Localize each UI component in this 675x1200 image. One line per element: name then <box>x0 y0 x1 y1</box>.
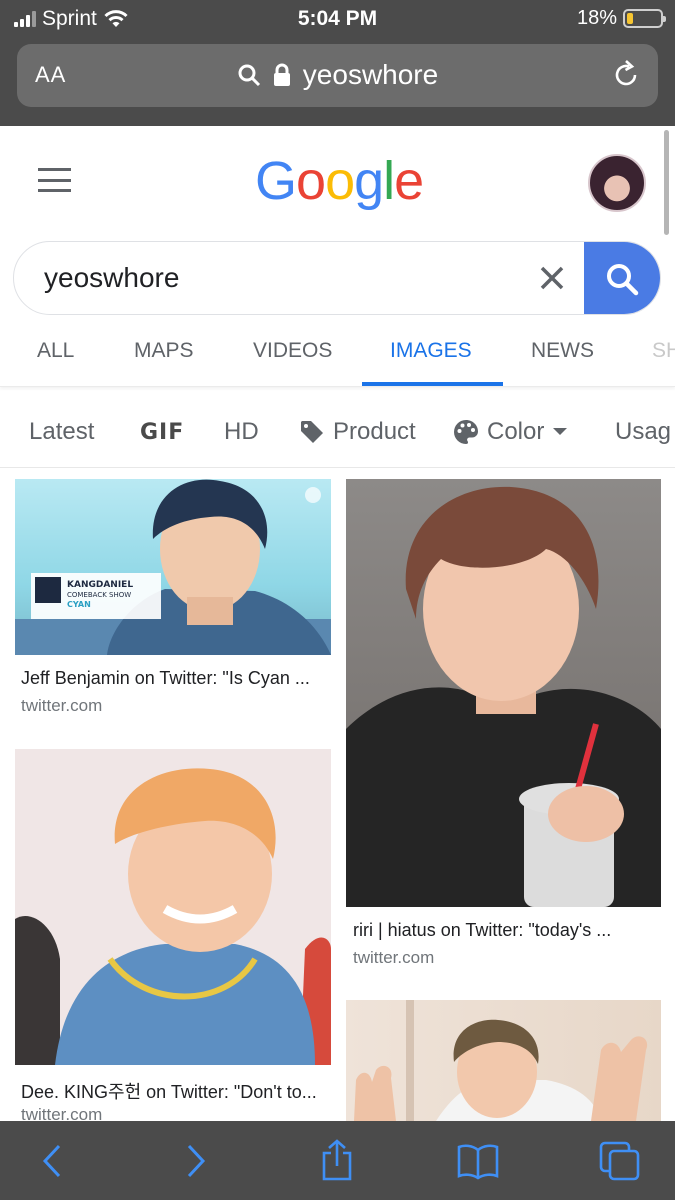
battery-percent: 18% <box>576 7 617 29</box>
filter-color[interactable]: Color <box>453 418 568 446</box>
google-header: Google <box>0 126 675 231</box>
address-bar[interactable]: AA yeoswhore <box>17 44 658 107</box>
tab-all[interactable]: ALL <box>37 339 74 363</box>
page-scrollbar[interactable] <box>664 130 669 235</box>
person-photo <box>15 749 331 1065</box>
thumb-title: KANGDANIEL <box>67 580 133 590</box>
filter-gif[interactable]: GIF <box>140 420 184 445</box>
tab-shopping[interactable]: SH <box>652 339 675 363</box>
search-input[interactable]: yeoswhore <box>13 241 661 315</box>
filter-product[interactable]: Product <box>299 418 416 446</box>
clear-icon[interactable] <box>536 262 568 294</box>
search-tabs: ALL MAPS VIDEOS IMAGES NEWS SH <box>0 323 675 387</box>
result-source-2[interactable]: twitter.com <box>353 948 434 968</box>
thumb-subtitle: COMEBACK SHOW <box>67 591 131 599</box>
status-bar: Sprint 5:04 PM 18% <box>0 0 675 38</box>
bookmarks-button[interactable] <box>456 1139 500 1183</box>
menu-icon[interactable] <box>38 168 71 192</box>
battery-icon <box>623 9 666 28</box>
filter-hd[interactable]: HD <box>224 418 259 446</box>
result-title-1[interactable]: Jeff Benjamin on Twitter: "Is Cyan ... <box>21 668 326 689</box>
tab-news[interactable]: NEWS <box>531 339 594 363</box>
person-photo <box>346 486 661 907</box>
tag-icon <box>301 421 323 443</box>
carrier-name: Sprint <box>42 7 97 30</box>
person-photo: KANGDANIEL COMEBACK SHOW CYAN <box>15 479 331 655</box>
bookmarks-icon <box>457 1144 499 1180</box>
reload-icon[interactable] <box>610 59 642 91</box>
search-icon <box>607 264 639 296</box>
filter-usage-rights[interactable]: Usag <box>615 418 671 446</box>
google-logo[interactable]: Google <box>255 150 424 212</box>
result-image-4[interactable] <box>346 1000 661 1121</box>
result-title-2[interactable]: riri | hiatus on Twitter: "today's ... <box>353 920 653 941</box>
result-source-3[interactable]: twitter.com <box>21 1105 102 1121</box>
tab-maps[interactable]: MAPS <box>134 339 194 363</box>
palette-icon <box>454 420 478 444</box>
image-filters: Latest GIF HD Product Color Usag <box>0 398 675 468</box>
result-title-3[interactable]: Dee. KING주헌 on Twitter: "Don't to... <box>21 1078 326 1104</box>
tab-videos[interactable]: VIDEOS <box>253 339 332 363</box>
thumb-cyan: CYAN <box>67 600 91 609</box>
url-text: yeoswhore <box>302 59 439 90</box>
share-button[interactable] <box>315 1139 359 1183</box>
result-image-1[interactable]: KANGDANIEL COMEBACK SHOW CYAN <box>15 479 331 655</box>
share-icon <box>322 1139 352 1181</box>
signal-icon <box>14 11 36 27</box>
filter-latest[interactable]: Latest <box>29 418 94 446</box>
search-icon <box>238 64 260 87</box>
back-icon <box>42 1144 61 1178</box>
tabs-icon <box>599 1141 640 1181</box>
result-image-3[interactable] <box>15 749 331 1065</box>
result-image-2[interactable] <box>346 479 661 907</box>
safari-address-area: AA yeoswhore <box>0 38 675 126</box>
tab-images[interactable]: IMAGES <box>390 339 472 363</box>
lock-icon <box>273 63 290 86</box>
result-source-1[interactable]: twitter.com <box>21 696 102 716</box>
search-query[interactable]: yeoswhore <box>44 262 179 294</box>
address-field[interactable]: yeoswhore <box>17 59 658 91</box>
safari-toolbar <box>0 1121 675 1200</box>
back-button[interactable] <box>30 1139 74 1183</box>
avatar[interactable] <box>588 154 646 212</box>
active-tab-indicator <box>362 382 503 386</box>
forward-button[interactable] <box>174 1139 218 1183</box>
search-button[interactable] <box>584 242 660 314</box>
wifi-icon <box>104 10 128 27</box>
tabs-button[interactable] <box>598 1139 642 1183</box>
forward-icon <box>187 1144 206 1178</box>
person-photo <box>354 1000 648 1121</box>
dropdown-arrow-icon <box>553 428 568 435</box>
carrier: Sprint <box>14 7 129 31</box>
battery-status: 18% <box>576 7 666 30</box>
